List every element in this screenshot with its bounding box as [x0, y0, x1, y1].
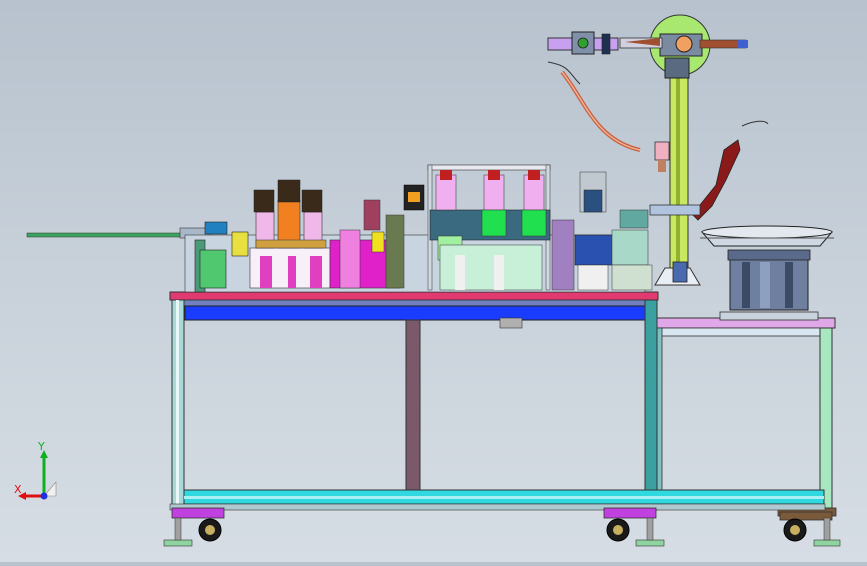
press-station-4 — [551, 171, 653, 291]
vibratory-bowl-feeder — [700, 225, 834, 321]
feeder-table — [654, 317, 837, 517]
machine-assembly-drawing[interactable] — [0, 0, 867, 562]
x-axis-label: X — [14, 483, 22, 496]
press-station-3 — [427, 164, 551, 291]
cad-viewport[interactable]: Y X — [0, 0, 867, 562]
press-station-1 — [249, 179, 331, 289]
z-axis-dot — [40, 492, 48, 500]
feed-rod — [26, 227, 211, 239]
coordinate-triad: Y X — [14, 440, 57, 500]
casters — [163, 507, 841, 547]
y-axis-label: Y — [37, 440, 45, 453]
